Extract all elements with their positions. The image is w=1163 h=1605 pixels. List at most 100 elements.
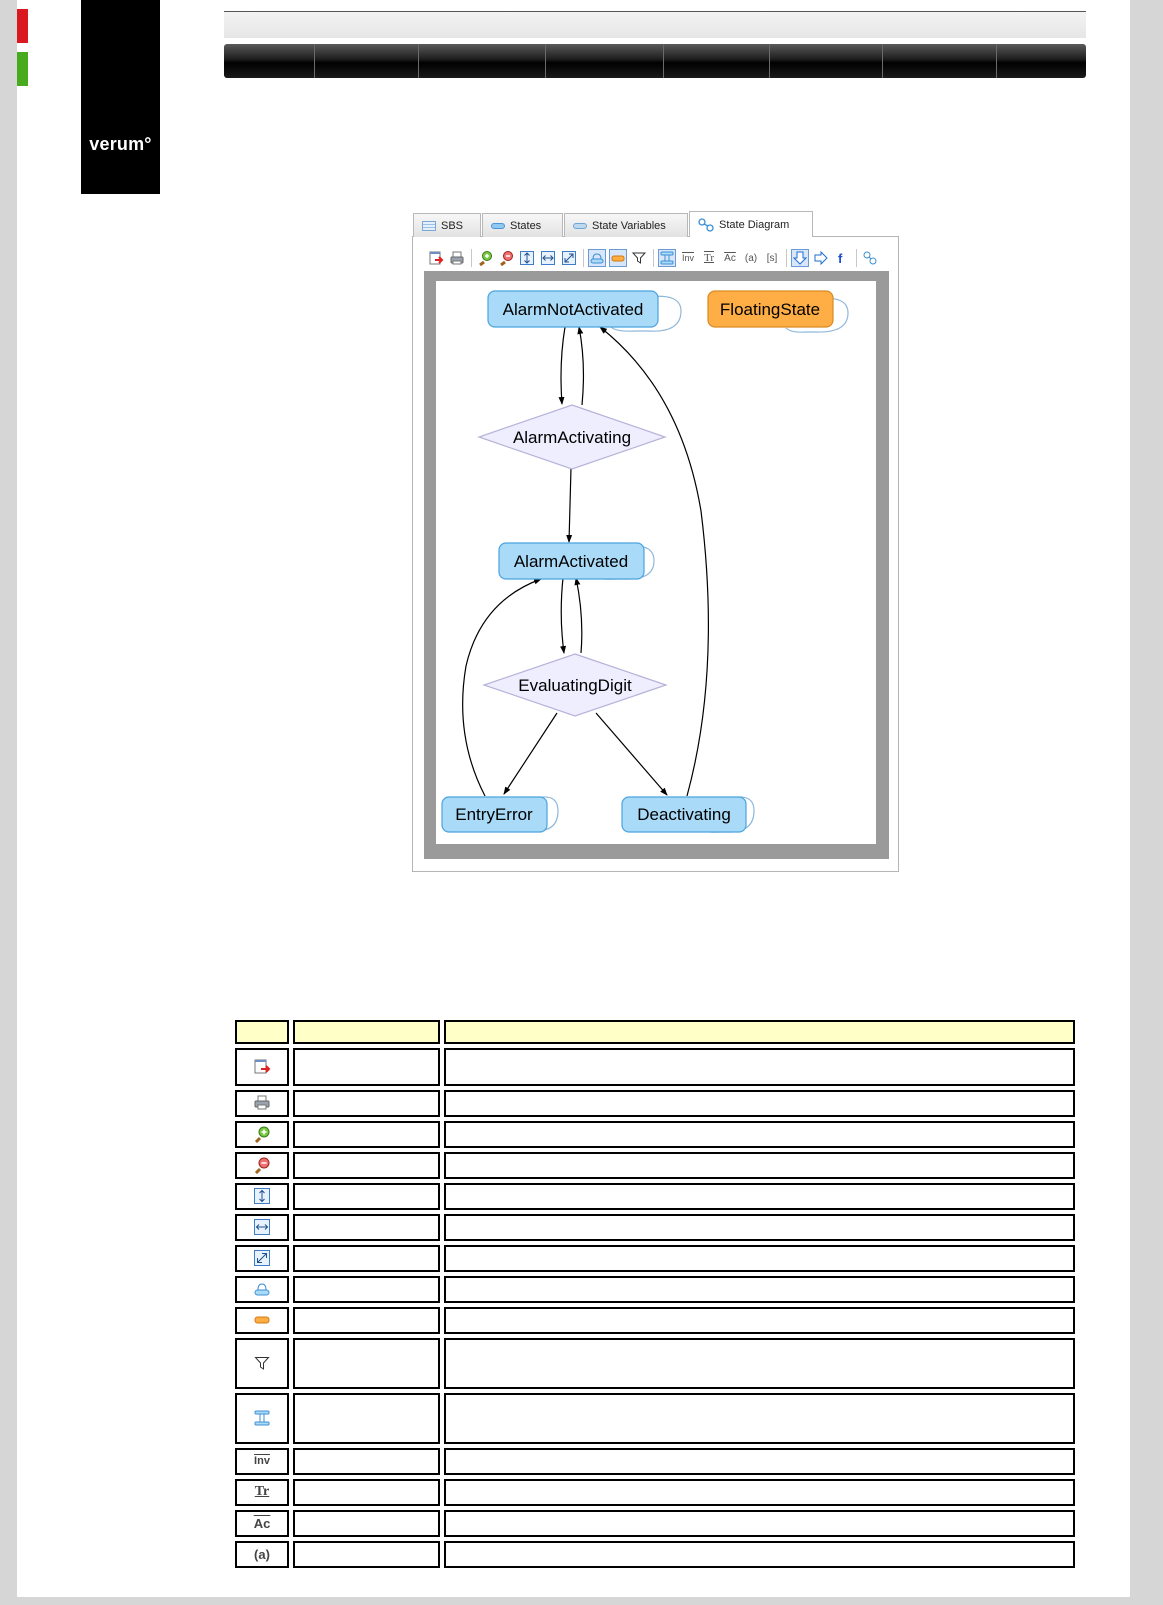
a-label-button[interactable]: (a) [742, 249, 760, 267]
fit-height-icon [520, 251, 534, 265]
filter-icon [254, 1357, 270, 1371]
table-cell [444, 1152, 1075, 1179]
table-cell [293, 1479, 440, 1506]
diagram-settings-button[interactable] [861, 249, 879, 267]
edge-alarmactivating-to-alarmactivated [566, 467, 573, 543]
table-cell [293, 1245, 440, 1272]
state-variable-icon [660, 251, 674, 265]
state-label: EvaluatingDigit [518, 676, 632, 695]
nav-item-2[interactable] [315, 44, 419, 78]
print-icon [254, 1095, 270, 1110]
fit-height-button[interactable] [518, 249, 536, 267]
show-states-toggle[interactable] [588, 249, 606, 267]
nav-item-5[interactable] [664, 44, 770, 78]
table-row: (a) [235, 1541, 1075, 1568]
table-cell [444, 1214, 1075, 1241]
tab-states[interactable]: States [482, 213, 563, 237]
toolbar-separator [471, 249, 472, 267]
state-label: AlarmNotActivated [503, 300, 644, 319]
fit-window-button[interactable] [560, 249, 578, 267]
state-node[interactable]: AlarmNotActivated [487, 290, 659, 328]
action-button[interactable]: Ac [721, 249, 739, 267]
diagram-toolbar: Inv Tr Ac (a) [s] f [427, 248, 882, 268]
state-icon [491, 222, 505, 229]
show-state-variables-toggle[interactable] [658, 249, 676, 267]
state-node[interactable]: EvaluatingDigit [482, 653, 668, 717]
table-cell [293, 1338, 440, 1389]
nav-item-4[interactable] [546, 44, 664, 78]
invariant-icon: Inv [681, 253, 694, 263]
nav-item-7[interactable] [883, 44, 997, 78]
table-row: Tr [235, 1479, 1075, 1506]
table-row [235, 1338, 1075, 1389]
font-button[interactable]: f [833, 249, 851, 267]
export-button[interactable] [427, 249, 445, 267]
table-cell [293, 1152, 440, 1179]
table-row [235, 1307, 1075, 1334]
edge-evaluatingdigit-to-deactivating [595, 712, 668, 796]
table-row [235, 1276, 1075, 1303]
print-button[interactable] [448, 249, 466, 267]
action-icon: Ac [724, 252, 736, 264]
diagram-canvas[interactable]: AlarmNotActivated FloatingState AlarmAct… [436, 281, 876, 844]
a-label-icon: (a) [254, 1546, 270, 1562]
toolbar-separator [856, 249, 857, 267]
table-cell [293, 1276, 440, 1303]
zoom-out-button[interactable] [497, 249, 515, 267]
layout-horizontal-button[interactable] [812, 249, 830, 267]
table-cell [444, 1245, 1075, 1272]
table-icon [422, 220, 436, 231]
edge-alarmnotactivated-to-alarmactivating [558, 326, 566, 405]
table-cell [444, 1048, 1075, 1086]
header-bar [224, 12, 1086, 38]
tab-label: State Variables [592, 219, 666, 232]
a-label-icon: (a) [744, 252, 758, 264]
nav-item-6[interactable] [770, 44, 883, 78]
zoom-in-button[interactable] [476, 249, 494, 267]
filter-button[interactable] [630, 249, 648, 267]
show-floating-toggle[interactable] [609, 249, 627, 267]
nav-item-3[interactable] [419, 44, 546, 78]
state-nodes: AlarmNotActivated FloatingState AlarmAct… [441, 290, 834, 833]
table-cell [293, 1448, 440, 1475]
table-cell [293, 1090, 440, 1117]
tab-state-variables[interactable]: State Variables [564, 213, 688, 237]
s-label-icon: [s] [766, 252, 778, 264]
state-label: Deactivating [637, 805, 731, 824]
transition-button[interactable]: Tr [700, 249, 718, 267]
nav-item-8[interactable] [997, 44, 1086, 78]
edge-evaluatingdigit-to-entryerror [503, 712, 558, 795]
state-label: AlarmActivated [514, 552, 628, 571]
edge-alarmactivated-to-evaluatingdigit [560, 577, 567, 654]
table-row [235, 1393, 1075, 1444]
zoom-out-icon [500, 251, 513, 266]
state-shape-icon [254, 1283, 270, 1296]
state-shape-icon [590, 253, 604, 264]
table-cell [444, 1307, 1075, 1334]
nav-item-1[interactable] [224, 44, 315, 78]
state-node[interactable]: FloatingState [707, 290, 834, 328]
table-cell [293, 1393, 440, 1444]
table-cell [293, 1510, 440, 1537]
fit-width-button[interactable] [539, 249, 557, 267]
state-variable-icon [573, 222, 587, 229]
s-label-button[interactable]: [s] [763, 249, 781, 267]
state-node[interactable]: Deactivating [621, 796, 747, 833]
state-node[interactable]: AlarmActivated [498, 542, 645, 580]
verum-logo[interactable]: verum° [81, 0, 160, 194]
invariant-button[interactable]: Inv [679, 249, 697, 267]
floating-state-icon [611, 255, 625, 262]
state-node[interactable]: AlarmActivating [477, 404, 667, 470]
transition-icon: Tr [704, 252, 714, 264]
tab-state-diagram[interactable]: State Diagram [689, 211, 813, 237]
state-node[interactable]: EntryError [441, 796, 548, 833]
table-row [235, 1183, 1075, 1210]
table-cell [293, 1307, 440, 1334]
tab-label: States [510, 219, 542, 232]
edge-alarmactivating-to-alarmnotactivated [577, 326, 585, 406]
fit-width-icon [541, 251, 555, 265]
table-cell [293, 1541, 440, 1568]
layout-vertical-toggle[interactable] [791, 249, 809, 267]
tab-sbs[interactable]: SBS [413, 213, 481, 237]
state-diagram-icon [863, 251, 877, 265]
